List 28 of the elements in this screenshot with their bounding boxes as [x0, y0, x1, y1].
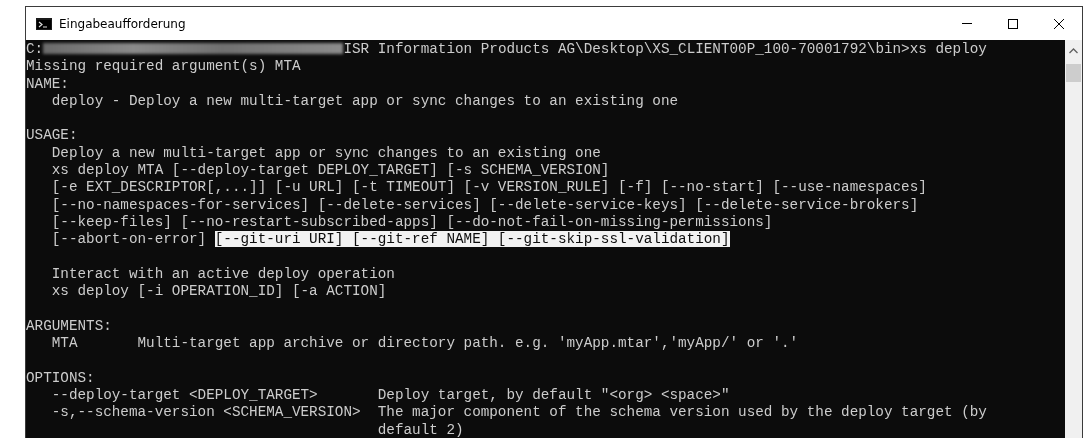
close-icon [1053, 17, 1065, 30]
maximize-icon [1007, 17, 1019, 30]
console-app-icon [36, 17, 52, 30]
minimize-icon [962, 23, 972, 24]
console-text: ARGUMENTS: [26, 317, 112, 334]
console-text: [-e EXT_DESCRIPTOR[,...]] [-u URL] [-t TIMEOUT] [-v VERSION_RULE] [-f] [--no-start] [--use-namespaces] [50, 179, 927, 196]
console-text: NAME: [26, 75, 69, 92]
console-text: xs deploy MTA [--deploy-target DEPLOY_TARGET] [-s SCHEMA_VERSION] [50, 162, 610, 179]
scrollbar-thumb[interactable] [1066, 64, 1081, 82]
console-text: default 2) [376, 421, 464, 438]
console-text: C: [26, 41, 44, 57]
console-text: xs deploy [-i OPERATION_ID] [-a ACTION] [50, 283, 387, 300]
console-text: MTA Multi-target app archive or directory path. e.g. 'myApp.mtar','myApp/' or '.' [50, 335, 799, 352]
console-text: [--abort-on-error] [50, 231, 208, 248]
console-text: [--keep-files] [--no-restart-subscribed-apps] [--do-not-fail-on-missing-permissions] [50, 213, 773, 230]
console-text: deploy - Deploy a new multi-target app or sync changes to an existing one [50, 92, 679, 109]
console-text: Interact with an active deploy operation [50, 265, 395, 282]
console-text: --deploy-target <DEPLOY_TARGET> Deploy target, by default "<org> <space>" [50, 386, 730, 403]
selected-text: [--git-uri URI] [--git-ref NAME] [--git-skip-ssl-validation] [214, 231, 730, 248]
scrollbar[interactable] [1065, 40, 1082, 438]
console-text: [--no-namespaces-for-services] [--delete-services] [--delete-service-keys] [--delete-service-brokers] [50, 196, 919, 213]
console-text: OPTIONS: [26, 369, 95, 386]
console-text: USAGE: [26, 127, 78, 144]
window-title: Eingabeaufforderung [59, 16, 186, 31]
console-text: ISR Information Products AG\Desktop\XS_CLIENT00P_100-70001792\bin>xs deploy [343, 41, 987, 57]
console-text: Missing required argument(s) MTA [26, 58, 301, 75]
console-text: Deploy a new multi-target app or sync changes to an existing one [50, 144, 601, 161]
console-text: -s,--schema-version <SCHEMA_VERSION> The major component of the schema version used by the deploy target (by [50, 404, 987, 421]
